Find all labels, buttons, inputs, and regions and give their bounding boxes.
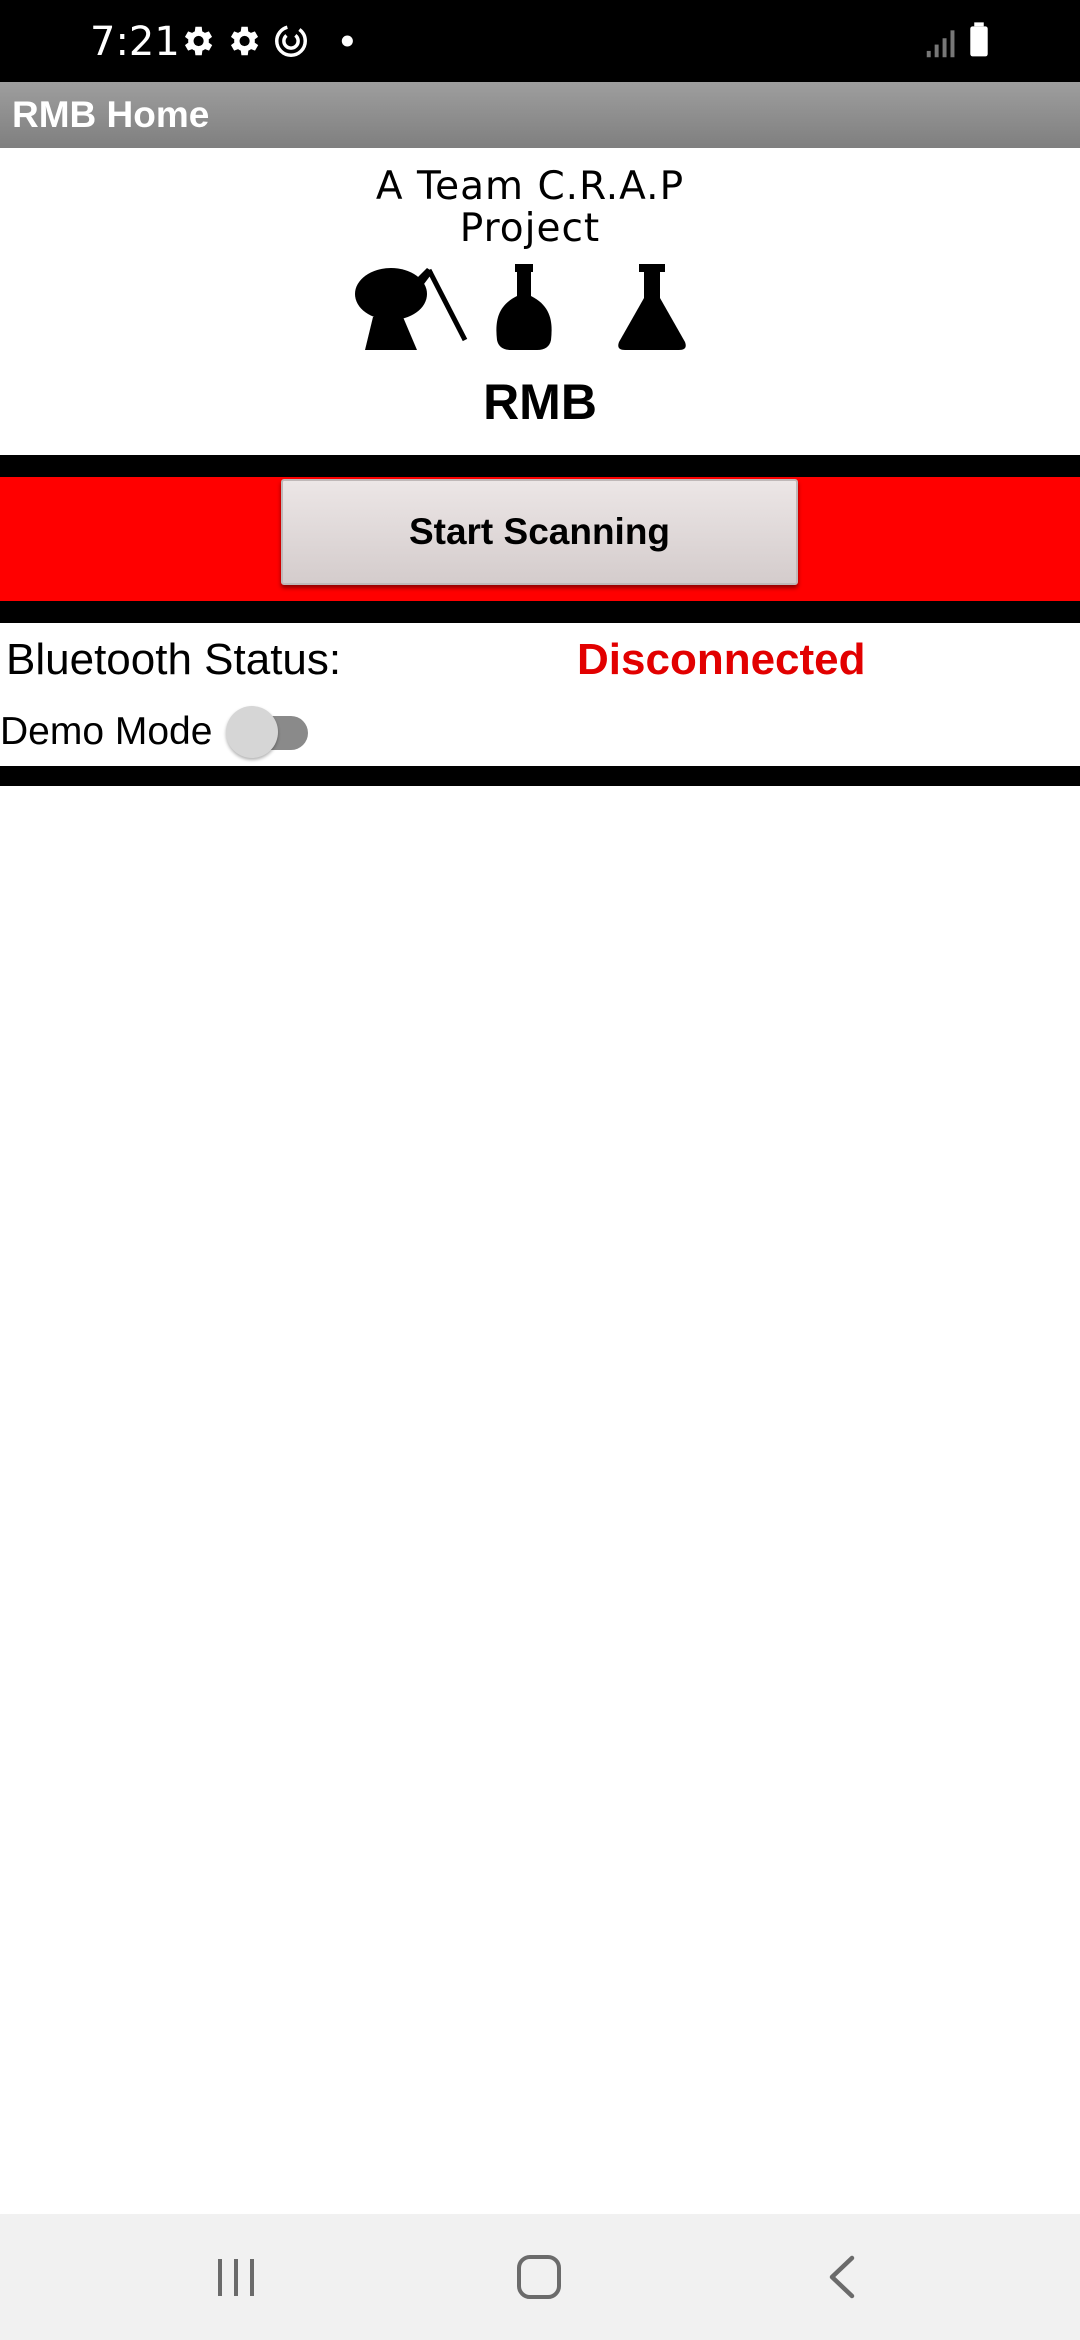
home-button[interactable] xyxy=(469,2214,609,2340)
logo-icons xyxy=(355,264,686,350)
battery-icon xyxy=(970,22,988,57)
gear-icon xyxy=(184,26,213,56)
notification-dot-icon xyxy=(341,35,353,47)
sync-icon xyxy=(275,25,307,57)
recent-apps-icon xyxy=(218,2259,254,2296)
navigation-bar xyxy=(0,2214,1080,2340)
divider-middle xyxy=(0,601,1080,623)
title-bar: RMB Home xyxy=(0,82,1080,148)
flask-icon xyxy=(618,264,686,350)
start-scanning-button[interactable]: Start Scanning xyxy=(281,479,798,585)
page-title: RMB Home xyxy=(12,94,210,135)
bluetooth-status-value: Disconnected xyxy=(577,635,866,684)
back-button[interactable] xyxy=(772,2214,912,2340)
logo-line-2: Project xyxy=(459,206,601,251)
gear-icon xyxy=(230,26,259,56)
divider-bottom xyxy=(0,766,1080,786)
toggle-thumb xyxy=(226,706,278,758)
demo-mode-label: Demo Mode xyxy=(0,710,213,753)
logo-line-1: A Team C.R.A.P xyxy=(375,164,685,209)
app-name: RMB xyxy=(483,374,597,430)
signal-icon xyxy=(926,30,955,58)
demo-mode-toggle[interactable] xyxy=(224,703,312,761)
divider-top xyxy=(0,455,1080,477)
recent-apps-button[interactable] xyxy=(166,2214,306,2340)
status-bar: 7:21 xyxy=(0,0,1080,82)
kiwi-bird-icon xyxy=(355,268,468,350)
status-time: 7:21 xyxy=(90,19,180,65)
potion-bottle-icon xyxy=(496,264,552,350)
bluetooth-status-label: Bluetooth Status: xyxy=(6,635,342,684)
home-icon xyxy=(517,2255,561,2299)
back-icon xyxy=(829,2255,855,2299)
